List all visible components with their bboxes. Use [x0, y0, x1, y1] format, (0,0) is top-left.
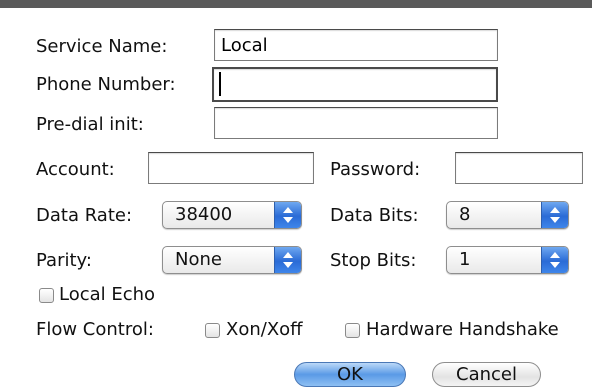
service-name-field[interactable] [214, 29, 498, 61]
popup-arrows-icon [541, 202, 568, 228]
ok-button[interactable]: OK [294, 362, 406, 387]
account-field[interactable] [148, 152, 314, 184]
password-label: Password: [330, 159, 421, 180]
data-rate-value: 38400 [175, 204, 233, 225]
xon-xoff-label[interactable]: Xon/Xoff [226, 319, 303, 341]
text-cursor [219, 72, 221, 96]
parity-label: Parity: [36, 250, 92, 271]
pre-dial-init-field[interactable] [214, 107, 498, 139]
data-rate-popup[interactable]: 38400 [162, 201, 302, 229]
phone-number-field[interactable] [212, 67, 498, 102]
password-field[interactable] [455, 152, 583, 184]
stop-bits-popup[interactable]: 1 [446, 246, 569, 274]
stop-bits-label: Stop Bits: [330, 250, 417, 271]
popup-arrows-icon [541, 247, 568, 273]
parity-popup[interactable]: None [162, 246, 302, 274]
pre-dial-init-label: Pre-dial init: [36, 114, 144, 135]
data-rate-label: Data Rate: [36, 205, 133, 226]
parity-value: None [175, 249, 222, 270]
hardware-handshake-checkbox[interactable] [345, 323, 360, 338]
window-top-edge [0, 0, 592, 8]
phone-number-label: Phone Number: [36, 74, 176, 95]
data-bits-label: Data Bits: [330, 205, 419, 226]
local-echo-label[interactable]: Local Echo [59, 284, 155, 306]
hardware-handshake-label[interactable]: Hardware Handshake [366, 319, 559, 341]
popup-arrows-icon [274, 202, 301, 228]
data-bits-value: 8 [459, 204, 471, 225]
account-label: Account: [36, 159, 115, 180]
stop-bits-value: 1 [459, 249, 471, 270]
popup-arrows-icon [274, 247, 301, 273]
service-name-label: Service Name: [36, 36, 168, 57]
data-bits-popup[interactable]: 8 [446, 201, 569, 229]
xon-xoff-checkbox[interactable] [205, 323, 220, 338]
flow-control-label: Flow Control: [36, 319, 154, 340]
cancel-button[interactable]: Cancel [432, 362, 541, 387]
local-echo-checkbox[interactable] [39, 288, 54, 303]
